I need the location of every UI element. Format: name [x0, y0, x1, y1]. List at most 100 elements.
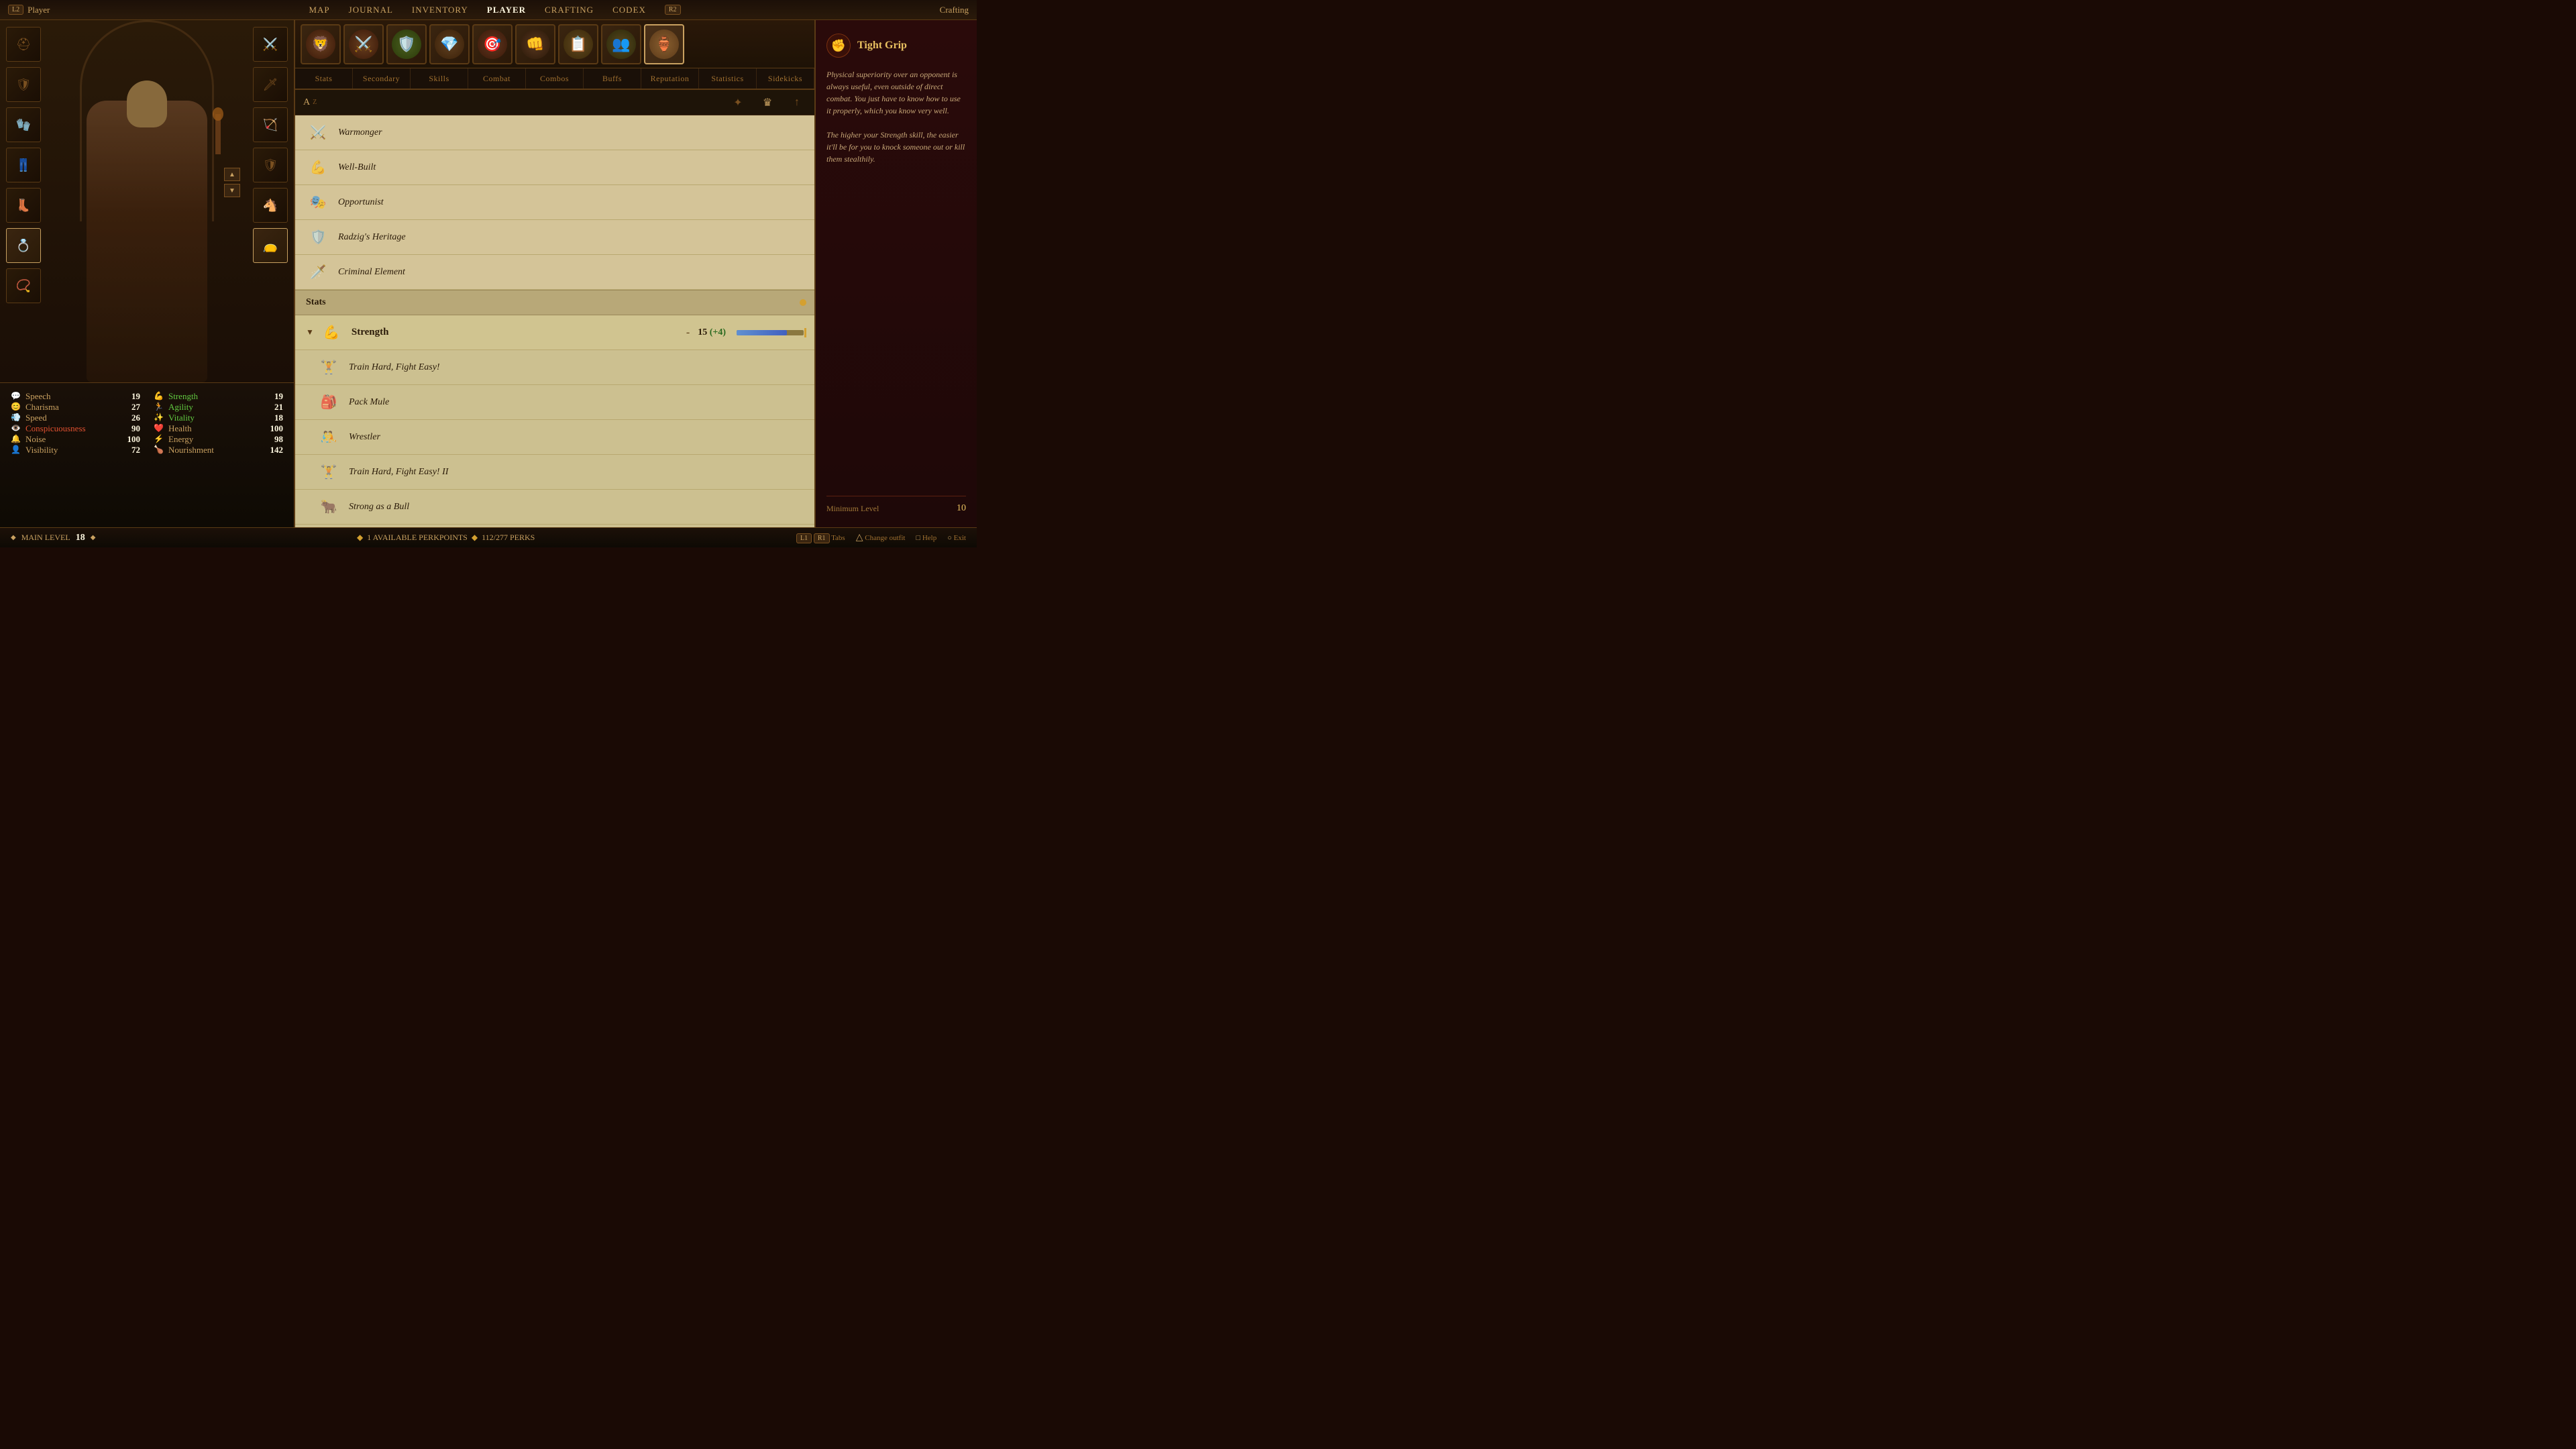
equip-slot-hands[interactable]: 🧤 [6, 107, 41, 142]
energy-label: Energy [168, 434, 259, 445]
exit-action[interactable]: ○ Exit [947, 534, 966, 542]
tab-icon-8[interactable]: 🏺 [644, 24, 684, 64]
warmonger-name: Warmonger [338, 127, 382, 138]
equip-slot-legs[interactable]: 👖 [6, 148, 41, 182]
bottom-actions: L1 R1 Tabs △ Change outfit □ Help ○ Exit [796, 532, 966, 543]
exit-label: Exit [954, 534, 966, 542]
equip-right-column: ⚔️ 🗡 🏹 🛡 🐴 👝 [247, 20, 294, 369]
noise-icon: 🔔 [11, 434, 21, 445]
nav-crafting[interactable]: CRAFTING [545, 5, 594, 15]
tab-skills[interactable]: Skills [411, 68, 468, 89]
equip-slot-weapon2[interactable]: 🗡 [253, 67, 288, 102]
tab-icon-1[interactable]: ⚔️ [343, 24, 384, 64]
strong-bull-icon: 🐂 [317, 495, 341, 519]
filter-star[interactable]: ✦ [729, 93, 747, 112]
equip-slot-ring[interactable]: 💍 [6, 228, 41, 263]
tab-icon-3[interactable]: 💎 [429, 24, 470, 64]
progress-marker [804, 328, 806, 337]
filter-az-button[interactable]: A Z [303, 97, 317, 108]
stat-strength: 💪 Strength 19 [154, 391, 283, 402]
change-outfit-action[interactable]: △ Change outfit [856, 532, 906, 543]
vitality-value: 18 [263, 413, 283, 423]
perk-wrestler[interactable]: 🤼 Wrestler [295, 420, 814, 455]
perk-warmonger[interactable]: ⚔️ Warmonger [295, 115, 814, 150]
sort-az-label: A [303, 97, 310, 108]
tab-icon-0[interactable]: 🦁 [301, 24, 341, 64]
train-hard-icon: 🏋️ [317, 356, 341, 380]
nav-map[interactable]: MAP [309, 5, 329, 15]
equip-slot-body[interactable]: 🛡 [6, 67, 41, 102]
nav-codex[interactable]: CODEX [612, 5, 646, 15]
speech-value: 19 [120, 391, 140, 402]
perks-list[interactable]: ⚔️ Warmonger 💪 Well-Built 🎭 Opportunist … [295, 115, 814, 527]
right-perk-header: ✊ Tight Grip [826, 34, 966, 58]
strong-bull-name: Strong as a Bull [349, 502, 409, 513]
main-level-value: 18 [76, 533, 85, 543]
tab-icon-4[interactable]: 🎯 [472, 24, 513, 64]
stat-speech: 💬 Speech 19 [11, 391, 140, 402]
equip-arrow-down[interactable]: ▼ [224, 184, 240, 197]
criminal-element-name: Criminal Element [338, 267, 405, 278]
equip-slot-horse[interactable]: 🐴 [253, 188, 288, 223]
bottom-level-section: ◆ MAIN LEVEL 18 ◆ [11, 533, 95, 543]
bottom-bar: ◆ MAIN LEVEL 18 ◆ ◆ 1 AVAILABLE PERKPOIN… [0, 527, 977, 547]
filter-crown[interactable]: ♛ [758, 93, 777, 112]
equip-slot-head[interactable]: ⛑ [6, 27, 41, 62]
charisma-label: Charisma [25, 402, 116, 413]
help-action[interactable]: □ Help [916, 534, 936, 542]
nav-inventory[interactable]: INVENTORY [412, 5, 468, 15]
l2-badge: L2 [8, 5, 23, 15]
diamond-left: ◆ [11, 534, 16, 541]
strength-expand-row[interactable]: ▼ 💪 Strength - 15 (+4) [295, 315, 814, 350]
nav-player[interactable]: PLAYER [487, 5, 526, 15]
equip-slot-feet[interactable]: 👢 [6, 188, 41, 223]
perk-radzigs-heritage[interactable]: 🛡️ Radzig's Heritage [295, 220, 814, 255]
tab-icon-6[interactable]: 📋 [558, 24, 598, 64]
train-hard-2-icon: 🏋️ [317, 460, 341, 484]
energy-icon: ⚡ [154, 434, 164, 445]
tab-stats[interactable]: Stats [295, 68, 353, 89]
tab-statistics[interactable]: Statistics [699, 68, 757, 89]
tab-secondary[interactable]: Secondary [353, 68, 411, 89]
perk-criminal-element[interactable]: 🗡️ Criminal Element [295, 255, 814, 290]
triangle-icon: △ [856, 533, 863, 543]
perk-strong-as-bull[interactable]: 🐂 Strong as a Bull [295, 490, 814, 525]
perk-train-hard-2[interactable]: 🏋️ Train Hard, Fight Easy! II [295, 455, 814, 490]
perk-opportunist[interactable]: 🎭 Opportunist [295, 185, 814, 220]
strength-expand-icon: 💪 [319, 321, 343, 345]
nourishment-label: Nourishment [168, 445, 259, 455]
health-icon: ❤️ [154, 423, 164, 434]
perk-pack-mule[interactable]: 🎒 Pack Mule [295, 385, 814, 420]
pack-mule-name: Pack Mule [349, 397, 389, 408]
filter-arrow-up[interactable]: ↑ [788, 93, 806, 112]
vitality-label: Vitality [168, 413, 259, 423]
train-hard-2-name: Train Hard, Fight Easy! II [349, 467, 448, 478]
strength-expand-name: Strength [352, 327, 686, 338]
tab-sidekicks[interactable]: Sidekicks [757, 68, 814, 89]
nav-journal[interactable]: JOURNAL [349, 5, 393, 15]
perk-train-hard[interactable]: 🏋️ Train Hard, Fight Easy! [295, 350, 814, 385]
tab-buffs[interactable]: Buffs [584, 68, 641, 89]
equip-arrow-up[interactable]: ▲ [224, 168, 240, 181]
perk-well-built[interactable]: 💪 Well-Built [295, 150, 814, 185]
equip-slot-shield[interactable]: 🛡 [253, 148, 288, 182]
tab-combos[interactable]: Combos [526, 68, 584, 89]
character-figure [54, 34, 240, 382]
tab-labels-row: Stats Secondary Skills Combat Combos Buf… [295, 68, 814, 90]
equip-slot-weapon1[interactable]: ⚔️ [253, 27, 288, 62]
tab-icon-5[interactable]: 👊 [515, 24, 555, 64]
equip-slot-pouch[interactable]: 👝 [253, 228, 288, 263]
right-info-panel: ✊ Tight Grip Physical superiority over a… [816, 20, 977, 527]
tab-reputation[interactable]: Reputation [641, 68, 699, 89]
min-level-label: Minimum Level [826, 504, 879, 514]
tab-icon-2[interactable]: 🛡️ [386, 24, 427, 64]
tab-icon-7[interactable]: 👥 [601, 24, 641, 64]
main-content: 🦁 ⚔️ 🛡️ 💎 🎯 👊 📋 👥 [295, 20, 977, 527]
equip-slot-bow[interactable]: 🏹 [253, 107, 288, 142]
strength-progress-fill [737, 330, 787, 335]
stats-grid: 💬 Speech 19 😊 Charisma 27 💨 Speed 26 👁️ … [11, 391, 283, 455]
strength-progress-bar [737, 330, 804, 335]
equip-slot-necklace[interactable]: 📿 [6, 268, 41, 303]
charisma-icon: 😊 [11, 402, 21, 413]
tab-combat[interactable]: Combat [468, 68, 526, 89]
